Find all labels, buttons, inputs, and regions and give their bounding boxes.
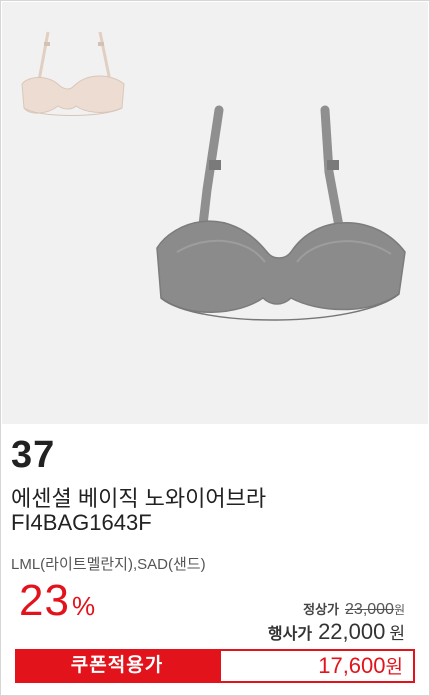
regular-price-value: 23,000 bbox=[345, 601, 394, 618]
event-price-label: 행사가 bbox=[267, 626, 313, 643]
product-card[interactable]: 37 에센셜 베이직 노와이어브라 FI4BAG1643F LML(라이트멜란지… bbox=[0, 0, 430, 696]
coupon-price-box: 17,600원 bbox=[221, 651, 413, 681]
event-price-unit: 원 bbox=[389, 624, 405, 643]
discount-rate: 23% bbox=[19, 576, 95, 626]
regular-price: 정상가 23,000원 bbox=[303, 599, 405, 619]
regular-price-label: 정상가 bbox=[303, 602, 340, 617]
event-price: 행사가 22,000 원 bbox=[268, 619, 405, 645]
discount-rate-symbol: % bbox=[71, 591, 96, 621]
product-code: FI4BAG1643F bbox=[11, 510, 152, 535]
coupon-price-label: 쿠폰적용가 bbox=[70, 655, 164, 676]
discount-rate-value: 23 bbox=[19, 576, 70, 625]
product-name[interactable]: 에센셜 베이직 노와이어브라 bbox=[11, 481, 266, 513]
gray-melange-bra-image[interactable] bbox=[147, 102, 417, 342]
event-price-value: 22,000 bbox=[318, 619, 386, 644]
beige-bra-thumbnail[interactable] bbox=[8, 24, 130, 124]
product-image-area[interactable] bbox=[2, 2, 428, 424]
coupon-price-value: 17,600 bbox=[318, 653, 386, 678]
rank-number: 37 bbox=[11, 434, 56, 476]
coupon-price-bar[interactable]: 쿠폰적용가 17,600원 bbox=[15, 649, 415, 683]
color-options: LML(라이트멜란지),SAD(샌드) bbox=[11, 556, 206, 573]
regular-price-unit: 원 bbox=[393, 603, 405, 617]
coupon-price-unit: 원 bbox=[385, 657, 403, 678]
